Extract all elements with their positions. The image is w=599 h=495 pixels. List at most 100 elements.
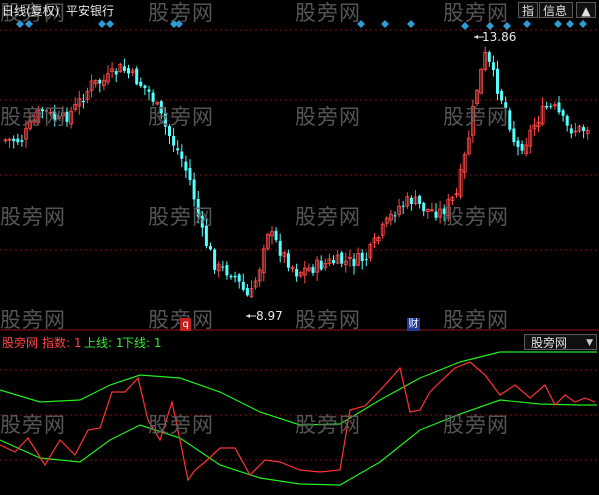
candle[interactable] xyxy=(319,255,323,271)
candle[interactable] xyxy=(282,250,287,263)
candle[interactable] xyxy=(356,247,361,267)
candle[interactable] xyxy=(114,68,118,83)
candle[interactable] xyxy=(540,97,545,126)
candle[interactable] xyxy=(122,58,126,74)
candle[interactable] xyxy=(545,101,549,110)
candle[interactable] xyxy=(89,74,94,98)
candle[interactable] xyxy=(553,101,557,110)
candle[interactable] xyxy=(241,273,245,292)
candle[interactable] xyxy=(261,244,266,282)
candle[interactable] xyxy=(360,249,364,270)
candle[interactable] xyxy=(347,249,352,268)
candle[interactable] xyxy=(429,202,434,213)
candle[interactable] xyxy=(536,115,541,133)
candle[interactable] xyxy=(532,117,537,137)
scroll-up-button[interactable]: ▲ xyxy=(576,2,596,18)
candle[interactable] xyxy=(569,124,573,139)
candle[interactable] xyxy=(106,65,110,86)
candle[interactable] xyxy=(147,85,151,101)
candle[interactable] xyxy=(380,222,385,239)
candlestick-series[interactable] xyxy=(3,46,590,299)
candle[interactable] xyxy=(302,261,307,284)
indicator-selector[interactable]: 股旁网 ▼ xyxy=(524,334,597,350)
candle[interactable] xyxy=(458,163,463,200)
q-event-badge[interactable]: q xyxy=(180,318,191,331)
candle[interactable] xyxy=(209,242,212,251)
candle[interactable] xyxy=(77,90,82,115)
candle[interactable] xyxy=(565,114,569,132)
candle[interactable] xyxy=(216,261,221,278)
candle[interactable] xyxy=(298,270,303,278)
candle[interactable] xyxy=(233,271,237,283)
candle[interactable] xyxy=(225,261,229,280)
candle[interactable] xyxy=(7,137,12,148)
candle[interactable] xyxy=(409,195,413,211)
candle[interactable] xyxy=(401,201,405,214)
candle[interactable] xyxy=(118,62,123,73)
candle[interactable] xyxy=(368,242,373,262)
candle[interactable] xyxy=(69,106,73,129)
candle[interactable] xyxy=(364,252,368,267)
candle[interactable] xyxy=(12,135,16,149)
candle[interactable] xyxy=(425,208,430,219)
candle[interactable] xyxy=(20,134,24,147)
candle[interactable] xyxy=(352,253,356,275)
candle[interactable] xyxy=(487,50,491,67)
candle[interactable] xyxy=(483,46,488,72)
candle[interactable] xyxy=(278,233,282,263)
candle[interactable] xyxy=(127,64,130,79)
candle[interactable] xyxy=(372,232,377,249)
candle[interactable] xyxy=(496,60,499,101)
info-button[interactable]: 信息 xyxy=(539,2,573,18)
candle[interactable] xyxy=(188,159,192,186)
candle[interactable] xyxy=(491,55,495,77)
candle[interactable] xyxy=(306,263,311,272)
candle[interactable] xyxy=(516,137,520,156)
candle[interactable] xyxy=(85,87,90,104)
candle[interactable] xyxy=(512,121,516,146)
candle[interactable] xyxy=(237,273,241,289)
candle[interactable] xyxy=(323,258,328,271)
candle[interactable] xyxy=(180,144,184,168)
period-label[interactable]: 日线(复权) xyxy=(2,4,59,18)
candle[interactable] xyxy=(413,190,418,206)
candle[interactable] xyxy=(397,198,402,218)
candle[interactable] xyxy=(466,130,471,156)
candle[interactable] xyxy=(151,89,155,106)
candle[interactable] xyxy=(585,126,590,140)
candle[interactable] xyxy=(130,67,135,77)
candle[interactable] xyxy=(454,188,459,198)
candle[interactable] xyxy=(577,124,582,133)
candle[interactable] xyxy=(81,93,85,109)
candle[interactable] xyxy=(434,203,438,221)
candle[interactable] xyxy=(335,250,340,265)
indicator-button[interactable]: 指 xyxy=(518,2,539,18)
candle[interactable] xyxy=(286,249,290,272)
candle[interactable] xyxy=(290,265,295,273)
candle[interactable] xyxy=(93,79,98,88)
candle[interactable] xyxy=(3,137,8,144)
candle[interactable] xyxy=(16,133,20,146)
candle[interactable] xyxy=(582,124,586,139)
candle[interactable] xyxy=(500,88,504,105)
candle[interactable] xyxy=(311,264,315,276)
candle[interactable] xyxy=(524,137,529,157)
candle[interactable] xyxy=(340,250,344,268)
candle[interactable] xyxy=(143,84,147,96)
candle[interactable] xyxy=(520,140,524,155)
candle[interactable] xyxy=(479,68,484,95)
candle[interactable] xyxy=(102,74,106,91)
candle[interactable] xyxy=(405,192,410,209)
candle[interactable] xyxy=(438,200,443,224)
candle[interactable] xyxy=(265,232,270,252)
candle[interactable] xyxy=(192,172,196,207)
candle[interactable] xyxy=(343,252,348,273)
candle[interactable] xyxy=(327,253,332,267)
candle[interactable] xyxy=(450,195,455,206)
candle[interactable] xyxy=(388,209,393,226)
candle[interactable] xyxy=(384,216,389,228)
candle[interactable] xyxy=(135,66,139,86)
candle[interactable] xyxy=(393,211,397,223)
candle[interactable] xyxy=(418,194,422,209)
candle[interactable] xyxy=(549,103,553,110)
